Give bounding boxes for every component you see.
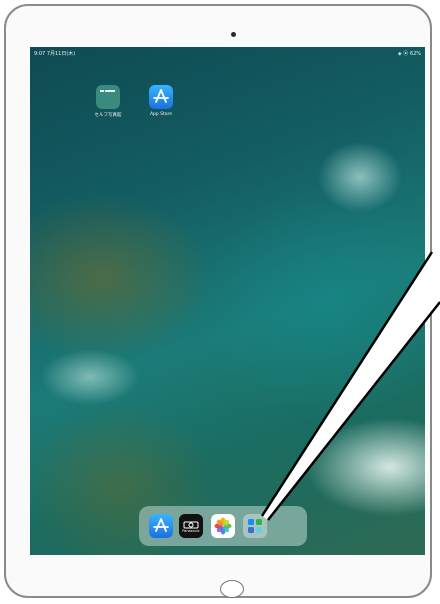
callout-pointer xyxy=(260,251,440,521)
